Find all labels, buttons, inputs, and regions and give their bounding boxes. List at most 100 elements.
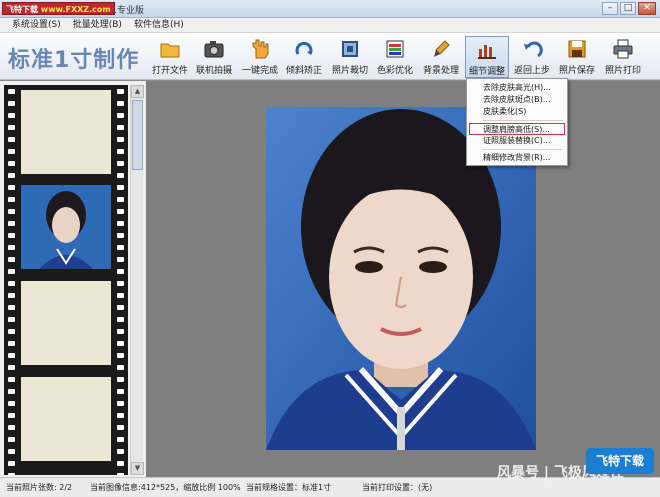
scroll-down-icon[interactable]: ▼ <box>131 462 144 475</box>
one-click-button[interactable]: 一键完成 <box>238 36 282 78</box>
photo-print-button[interactable]: 照片打印 <box>601 36 645 78</box>
film-sprocket <box>117 173 124 178</box>
detail-icon <box>476 39 498 61</box>
camera-icon <box>203 38 225 60</box>
thumbnail-panel: ▲ ▼ <box>0 81 146 477</box>
background-process-button[interactable]: 背景处理 <box>419 36 463 78</box>
window-title: …专业版 <box>108 6 145 16</box>
film-sprocket <box>117 89 124 94</box>
film-sprocket <box>8 197 15 202</box>
film-sprocket <box>8 461 15 466</box>
film-sprocket <box>8 329 15 334</box>
save-icon <box>566 38 588 60</box>
watermark-url: www.FXXZ.com <box>40 5 111 14</box>
app-title: 标准1寸制作 <box>8 48 140 73</box>
film-sprocket <box>8 125 15 130</box>
close-icon[interactable]: ✕ <box>638 2 656 15</box>
film-sprocket <box>8 305 15 310</box>
color-icon <box>384 38 406 60</box>
menu-remove-skin-highlight[interactable]: 去除皮肤高光(H)... <box>467 82 567 94</box>
minimize-icon[interactable]: – <box>602 2 618 15</box>
film-sprocket <box>117 473 124 475</box>
tilt-correction-button[interactable]: 倾斜矫正 <box>282 36 326 78</box>
film-sprocket <box>117 197 124 202</box>
film-sprocket <box>117 353 124 358</box>
menu-adjust-shoulder-height[interactable]: 调整肩膀高低(S)... <box>469 123 565 135</box>
photo-workspace <box>146 81 660 477</box>
maximize-icon[interactable]: □ <box>620 2 636 15</box>
photo-save-button[interactable]: 照片保存 <box>555 36 599 78</box>
film-sprocket <box>8 293 15 298</box>
scroll-up-icon[interactable]: ▲ <box>131 85 144 98</box>
title-bar: 飞特下载 www.FXXZ.com …专业版 – □ ✕ <box>0 0 660 18</box>
film-sprocket <box>8 209 15 214</box>
film-sprocket <box>8 233 15 238</box>
thumbnail-empty[interactable] <box>21 90 111 174</box>
thumbnail-empty[interactable] <box>21 281 111 365</box>
menu-fine-edit-background[interactable]: 精细修改背景(R)... <box>467 152 567 164</box>
film-sprocket <box>117 101 124 106</box>
film-sprocket <box>8 101 15 106</box>
thumbnail-empty[interactable] <box>21 377 111 461</box>
menu-skin-soften[interactable]: 皮肤柔化(S) <box>467 106 567 118</box>
film-sprocket <box>117 377 124 382</box>
film-sprocket <box>117 125 124 130</box>
film-sprocket <box>8 221 15 226</box>
menu-batch-processing[interactable]: 批量处理(B) <box>67 18 128 32</box>
menu-system-settings[interactable]: 系统设置(S) <box>6 18 67 32</box>
scrollbar-thumb[interactable] <box>132 100 143 170</box>
thumbnail-photo[interactable] <box>21 185 111 269</box>
film-sprocket <box>117 305 124 310</box>
tool-label: 联机拍摄 <box>195 66 232 76</box>
printer-icon <box>612 38 634 60</box>
film-sprocket <box>117 413 124 418</box>
film-sprocket <box>117 317 124 322</box>
menu-software-info[interactable]: 软件信息(H) <box>128 18 190 32</box>
tool-label: 倾斜矫正 <box>285 66 322 76</box>
film-sprocket <box>8 317 15 322</box>
status-spec-setting: 当前规格设置：标准1寸 <box>246 483 332 492</box>
tool-label: 照片裁切 <box>331 66 368 76</box>
film-sprocket <box>117 293 124 298</box>
photo-crop-button[interactable]: 照片裁切 <box>328 36 372 78</box>
thumbnail-scrollbar[interactable]: ▲ ▼ <box>130 85 144 475</box>
film-sprocket <box>8 257 15 262</box>
tool-label: 返回上步 <box>513 66 550 76</box>
color-optimize-button[interactable]: 色彩优化 <box>373 36 417 78</box>
tool-label: 打开文件 <box>151 66 188 76</box>
film-sprocket <box>8 473 15 475</box>
film-sprocket <box>117 269 124 274</box>
film-sprocket <box>117 281 124 286</box>
undo-button[interactable]: 返回上步 <box>510 36 554 78</box>
open-file-button[interactable]: 打开文件 <box>148 36 192 78</box>
tool-label: 一键完成 <box>241 66 278 76</box>
menu-separator <box>483 149 563 150</box>
crop-icon <box>339 38 361 60</box>
menu-replace-clothing[interactable]: 证照服装替换(C)... <box>467 135 567 147</box>
film-sprocket <box>8 173 15 178</box>
film-sprocket <box>117 161 124 166</box>
film-sprocket <box>117 425 124 430</box>
menu-remove-skin-spots[interactable]: 去除皮肤斑点(B)... <box>467 94 567 106</box>
film-sprocket <box>8 353 15 358</box>
watermark-prefix: 飞特下载 <box>6 5 38 14</box>
undo-icon <box>521 38 543 60</box>
film-sprocket <box>8 377 15 382</box>
film-sprocket <box>8 389 15 394</box>
film-sprocket <box>8 113 15 118</box>
menu-bar: 系统设置(S) 批量处理(B) 软件信息(H) <box>0 18 660 33</box>
film-sprocket <box>8 281 15 286</box>
film-sprocket <box>117 209 124 214</box>
film-sprocket <box>117 365 124 370</box>
film-sprocket <box>8 341 15 346</box>
film-sprocket <box>117 401 124 406</box>
brush-icon <box>430 38 452 60</box>
status-photo-count: 当前照片张数: 2/2 <box>6 483 73 492</box>
film-sprocket <box>8 245 15 250</box>
camera-capture-button[interactable]: 联机拍摄 <box>192 36 236 78</box>
folder-icon <box>159 38 181 60</box>
detail-adjust-button[interactable]: 细节调整 <box>465 36 509 78</box>
filmstrip <box>4 85 128 475</box>
film-sprocket <box>8 449 15 454</box>
tool-label: 照片保存 <box>558 66 595 76</box>
